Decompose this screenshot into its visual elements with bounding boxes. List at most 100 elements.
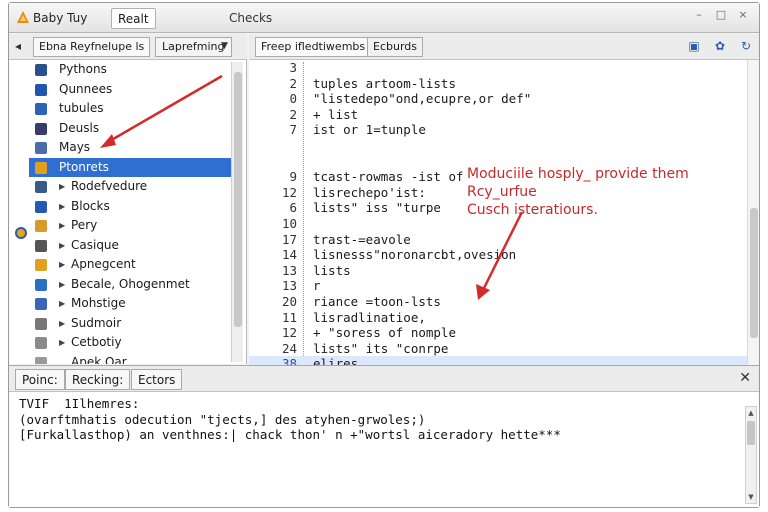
code-text: + "soress of nomple: [313, 325, 456, 341]
tree-item[interactable]: Apek Oar: [29, 353, 231, 364]
code-line[interactable]: 13 r: [249, 278, 747, 294]
close-icon[interactable]: ✕: [739, 370, 751, 386]
tree-item[interactable]: ▶ Apnegcent: [29, 255, 231, 275]
project-tree: Pythons Qunnees tubules Deusls Mays Ptonrets ▶…: [29, 60, 231, 364]
code-text: ist or 1=tunple: [313, 122, 426, 138]
code-line[interactable]: 0 "listedepo"ond,ecupre,or def": [249, 91, 747, 107]
line-number: 2: [289, 75, 297, 91]
tab-editor-file[interactable]: Freep ifledtiwembs: [255, 37, 372, 57]
tree-item[interactable]: ▶ Sudmoir: [29, 314, 231, 334]
tree-item[interactable]: ▶ Becale, Ohogenmet: [29, 275, 231, 295]
tab-editor-records[interactable]: Ecburds: [367, 37, 423, 57]
annotation-line: Cusch isteratiours.: [467, 202, 598, 218]
tree-item[interactable]: Ptonrets: [29, 157, 231, 177]
tree-item-label: tubules: [59, 101, 104, 115]
tree-item[interactable]: ▶ Casique: [29, 236, 231, 256]
code-text: lisnesss"noronarcbt,ovesion: [313, 247, 517, 263]
scrollbar-thumb[interactable]: [747, 421, 755, 445]
tree-item[interactable]: Mays: [29, 138, 231, 158]
chevron-right-icon[interactable]: ▶: [59, 177, 65, 197]
chevron-right-icon[interactable]: ▶: [59, 333, 65, 353]
code-line[interactable]: 3: [249, 60, 747, 76]
annotation-line: Rcy_urfue: [467, 184, 537, 200]
code-text: riance =toon-lsts: [313, 293, 441, 309]
file-icon: [35, 220, 47, 232]
back-arrow-icon[interactable]: ◂: [15, 39, 29, 53]
project-scrollbar[interactable]: [231, 62, 243, 362]
scroll-down-icon[interactable]: ▼: [746, 492, 756, 502]
chevron-right-icon[interactable]: ▶: [59, 294, 65, 314]
code-line[interactable]: 17 trast-=eavole: [249, 232, 747, 248]
app-logo-icon: [17, 11, 29, 23]
console-scrollbar[interactable]: ▲ ▼: [745, 406, 757, 504]
code-text: tcast-rowmas -ist of: [313, 169, 464, 185]
chevron-right-icon[interactable]: ▶: [59, 255, 65, 275]
tree-item[interactable]: ▶ Blocks: [29, 197, 231, 217]
maximize-button[interactable]: □: [715, 9, 727, 21]
scrollbar-thumb[interactable]: [234, 72, 242, 327]
code-line[interactable]: 20 riance =toon-lsts: [249, 294, 747, 310]
tree-item[interactable]: Deusls: [29, 119, 231, 139]
chevron-down-icon[interactable]: ▼: [221, 40, 233, 52]
tree-item-label: Pery: [71, 218, 98, 232]
file-icon: [35, 181, 47, 193]
tree-item[interactable]: ▶ Rodefvedure: [29, 177, 231, 197]
close-window-button[interactable]: ×: [737, 9, 749, 21]
annotation-note: Moduciile hosply_ provide them Rcy_urfue…: [467, 165, 689, 219]
editor-scrollbar[interactable]: [747, 60, 759, 364]
image-icon[interactable]: ▣: [687, 39, 701, 53]
gear-icon[interactable]: ✿: [713, 39, 727, 53]
tree-item-label: Pythons: [59, 62, 107, 76]
code-line[interactable]: 24 lists" its "conrpe: [249, 341, 747, 357]
app-window: Baby Tuy Realt Checks – □ × ◂ Ebna Reyfn…: [8, 2, 760, 508]
file-icon: [35, 298, 47, 310]
tree-item-label: Blocks: [71, 198, 110, 213]
line-number: 14: [281, 247, 297, 263]
tree-item[interactable]: ▶ Pery: [29, 216, 231, 236]
code-text: lisradlinatioe,: [313, 309, 426, 325]
title-tab[interactable]: Realt: [111, 8, 156, 29]
scrollbar-thumb[interactable]: [750, 208, 758, 338]
refresh-icon[interactable]: ↻: [739, 39, 753, 53]
chevron-right-icon[interactable]: ▶: [59, 314, 65, 334]
tree-item-label: Becale, Ohogenmet: [71, 276, 190, 291]
code-line[interactable]: 7 ist or 1=tunple: [249, 122, 747, 138]
annotation-line: Moduciile hosply_ provide them: [467, 166, 689, 182]
tab-recking[interactable]: Recking:: [65, 369, 131, 390]
file-icon: [35, 83, 47, 96]
line-number: 24: [281, 340, 297, 356]
tab-errors[interactable]: Ectors: [131, 369, 183, 390]
tree-item[interactable]: Pythons: [29, 60, 231, 80]
code-text: lisrechepo'ist:: [313, 184, 426, 200]
line-number: 3: [289, 60, 297, 75]
tree-item-label: Cetbotiy: [71, 335, 122, 349]
line-number: 9: [289, 169, 297, 185]
code-line[interactable]: 2 + list: [249, 107, 747, 123]
code-line[interactable]: 2 tuples artoom-lists: [249, 76, 747, 92]
minimize-button[interactable]: –: [693, 9, 705, 21]
tab-project[interactable]: Ebna Reyfnelupe ls: [33, 37, 151, 57]
code-line[interactable]: 13 lists: [249, 263, 747, 279]
line-number: 2: [289, 106, 297, 122]
editor-toolbar: Freep ifledtiwembs Ecburds ▣ ✿ ↻: [249, 34, 759, 60]
tree-item[interactable]: ▶ Mohstige: [29, 294, 231, 314]
chevron-right-icon[interactable]: ▶: [59, 236, 65, 256]
editor-icons: ▣ ✿ ↻: [687, 39, 753, 53]
code-line[interactable]: 11 lisradlinatioe,: [249, 310, 747, 326]
line-number: 13: [281, 278, 297, 294]
tree-item[interactable]: tubules: [29, 99, 231, 119]
line-number: 11: [281, 309, 297, 325]
file-icon: [35, 239, 47, 252]
code-line[interactable]: 12 + "soress of nomple: [249, 325, 747, 341]
console-output[interactable]: TVIF 1Ilhemres: (ovarftmhatis odecution "…: [19, 396, 561, 443]
chevron-right-icon[interactable]: ▶: [59, 275, 65, 295]
tree-item[interactable]: Qunnees: [29, 80, 231, 100]
file-icon: [35, 356, 47, 364]
scroll-up-icon[interactable]: ▲: [746, 408, 756, 418]
chevron-right-icon[interactable]: ▶: [59, 216, 65, 236]
code-line[interactable]: 14 lisnesss"noronarcbt,ovesion: [249, 247, 747, 263]
tab-point[interactable]: Poinc:: [15, 369, 65, 390]
code-line[interactable]: [249, 138, 747, 154]
chevron-right-icon[interactable]: ▶: [59, 197, 65, 217]
tree-item[interactable]: ▶ Cetbotiy: [29, 333, 231, 353]
